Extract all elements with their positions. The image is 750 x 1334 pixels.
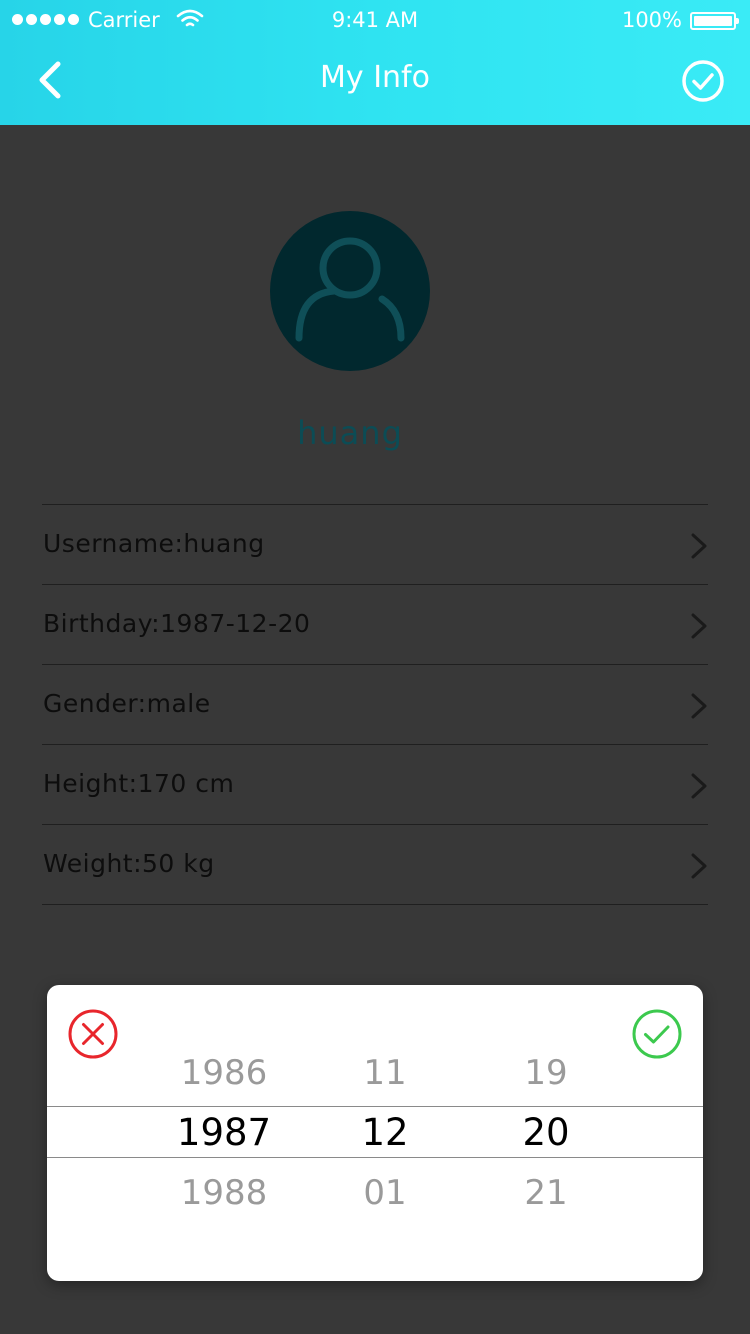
battery-percent: 100% (621, 8, 682, 32)
year-option[interactable]: 1988 (144, 1165, 304, 1225)
month-option[interactable]: 11 (305, 1045, 465, 1105)
user-icon (295, 237, 405, 342)
day-option[interactable]: 19 (466, 1045, 626, 1105)
year-selected[interactable]: 1987 (144, 1105, 304, 1165)
status-bar: Carrier 9:41 AM 100% (0, 0, 750, 40)
year-option[interactable]: 1986 (144, 1045, 304, 1105)
check-circle-icon (682, 60, 724, 102)
info-row-label: Birthday:1987-12-20 (43, 609, 311, 638)
info-row-label: Height:170 cm (43, 769, 235, 798)
info-row-birthday[interactable]: Birthday:1987-12-20 (42, 585, 708, 665)
info-row-weight[interactable]: Weight:50 kg (42, 825, 708, 905)
battery-icon (690, 12, 739, 30)
battery-level (694, 16, 732, 26)
chevron-right-icon (691, 533, 707, 559)
avatar[interactable] (270, 211, 430, 371)
year-wheel[interactable]: 1986 1987 1988 (144, 1045, 304, 1225)
chevron-right-icon (691, 773, 707, 799)
check-circle-icon (632, 1009, 682, 1059)
info-row-label: Username:huang (43, 529, 265, 558)
page-title: My Info (320, 60, 430, 95)
month-wheel[interactable]: 11 12 01 (305, 1045, 465, 1225)
month-selected[interactable]: 12 (305, 1105, 465, 1165)
x-circle-icon (68, 1009, 118, 1059)
nav-bar: My Info (0, 40, 750, 125)
info-row-label: Weight:50 kg (43, 849, 215, 878)
month-option[interactable]: 01 (305, 1165, 465, 1225)
confirm-button[interactable] (631, 1008, 683, 1060)
day-wheel[interactable]: 19 20 21 (466, 1045, 626, 1225)
done-button[interactable] (680, 58, 726, 104)
date-picker-dialog: 1986 1987 1988 11 12 01 19 20 21 (47, 985, 703, 1281)
chevron-right-icon (691, 853, 707, 879)
day-option[interactable]: 21 (466, 1165, 626, 1225)
info-row-gender[interactable]: Gender:male (42, 665, 708, 745)
info-row-label: Gender:male (43, 689, 211, 718)
chevron-right-icon (691, 613, 707, 639)
profile-name: huang (297, 414, 403, 452)
info-row-height[interactable]: Height:170 cm (42, 745, 708, 825)
cancel-button[interactable] (67, 1008, 119, 1060)
app-header: Carrier 9:41 AM 100% My Info (0, 0, 750, 125)
info-row-username[interactable]: Username:huang (42, 505, 708, 585)
chevron-right-icon (691, 693, 707, 719)
day-selected[interactable]: 20 (466, 1105, 626, 1165)
info-list: Username:huang Birthday:1987-12-20 Gende… (42, 504, 708, 905)
